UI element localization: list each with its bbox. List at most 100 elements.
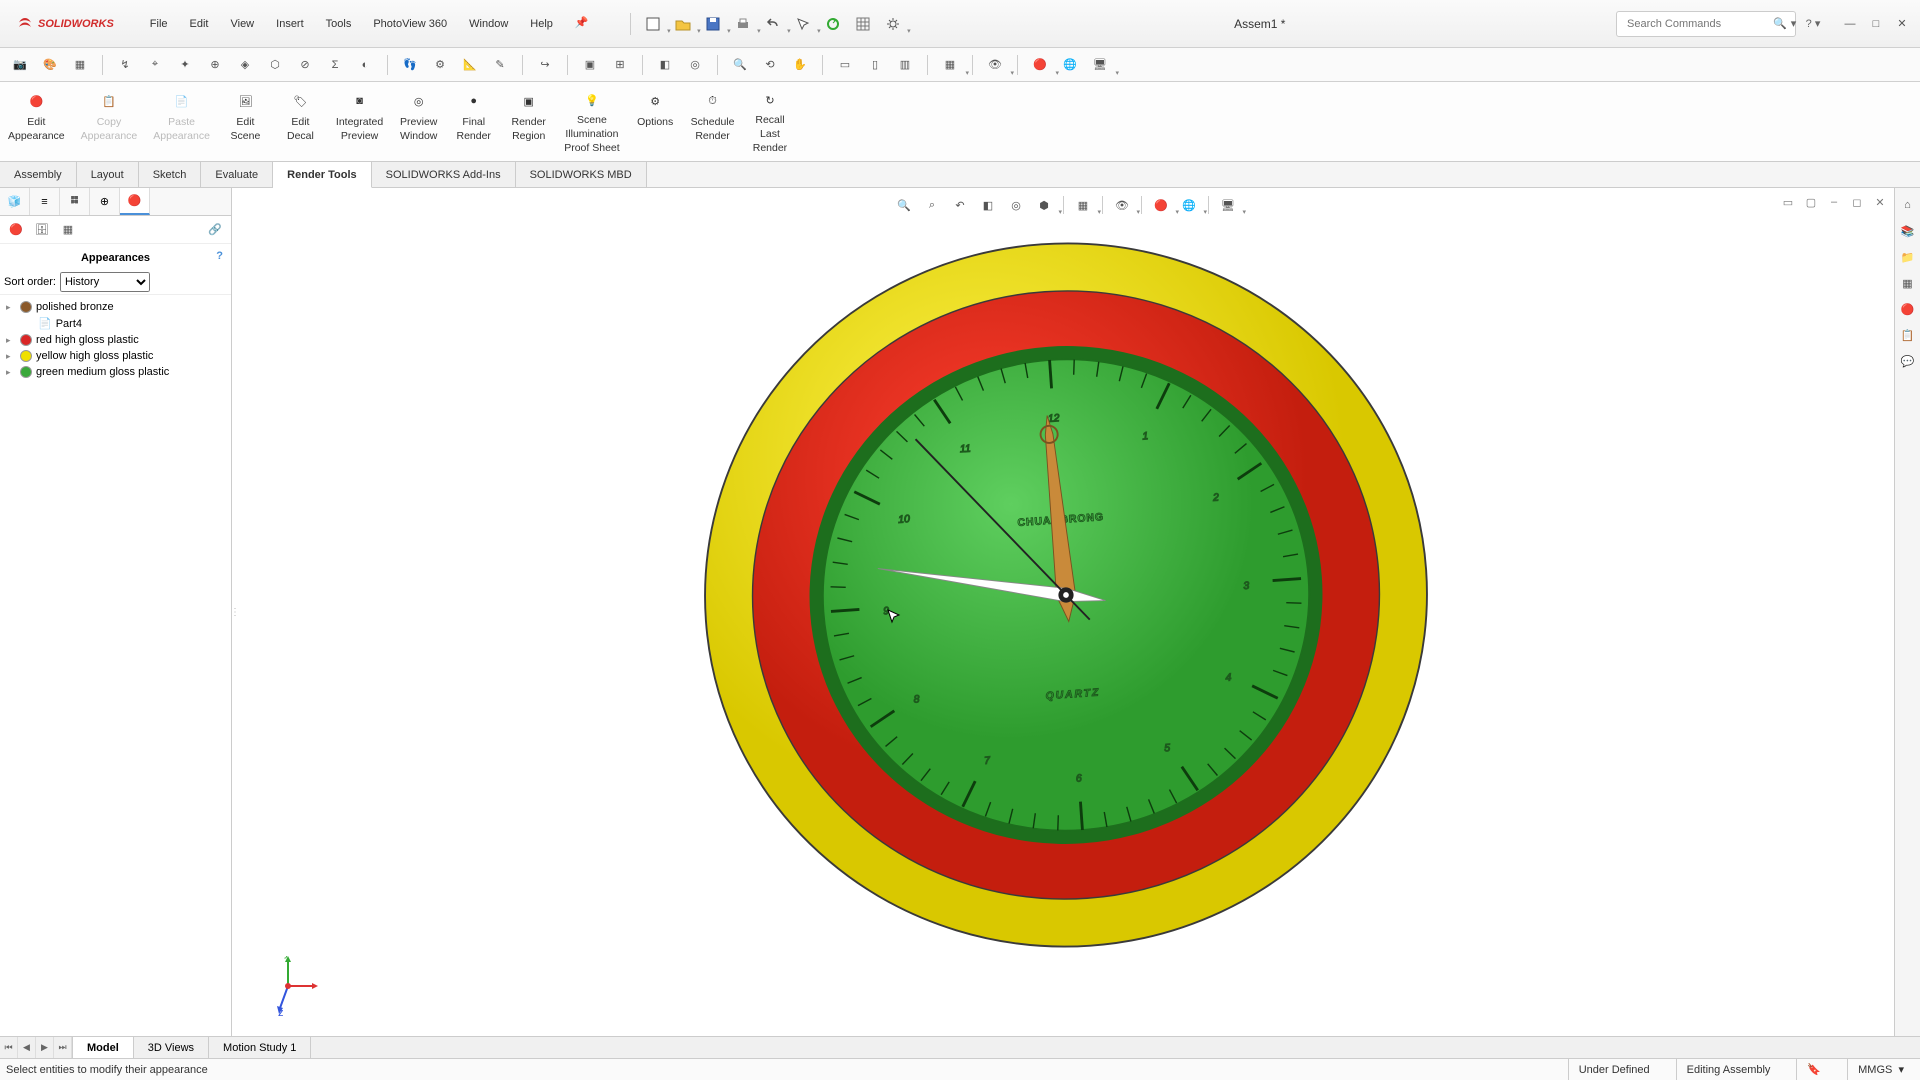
appearance-item[interactable]: ▸red high gloss plastic [2,332,229,348]
tool-icon-7[interactable]: ⊘ [293,53,317,77]
cube-icon[interactable]: ▣ [578,53,602,77]
menu-file[interactable]: File [140,12,178,36]
section-view-icon[interactable]: ◧ [977,194,999,216]
minimize-icon[interactable]: — [1838,12,1862,36]
search-dropdown-icon[interactable]: ▾ [1791,13,1797,35]
library-icon[interactable]: 📚 [1897,220,1919,242]
sigma-icon[interactable]: Σ [323,53,347,77]
section-icon[interactable]: ◧ [653,53,677,77]
undo-icon[interactable] [762,13,784,35]
dyn-icon[interactable]: ◎ [1005,194,1027,216]
ribbon-preview-window[interactable]: ◎PreviewWindow [391,82,446,160]
home-icon[interactable]: ⌂ [1897,194,1919,216]
rotate-icon[interactable]: ⟲ [758,53,782,77]
ribbon-render-region[interactable]: ▣RenderRegion [501,82,556,160]
appearances-rail-icon[interactable]: 🔴 [1897,298,1919,320]
menu-insert[interactable]: Insert [266,12,314,36]
config-tab[interactable]: 𝄜 [60,188,90,215]
status-units[interactable]: MMGS ▾ [1847,1059,1914,1080]
bottom-tab-3d-views[interactable]: 3D Views [134,1037,209,1058]
appearance-icon[interactable]: 🔴 [1028,53,1052,77]
appearances-icon[interactable]: 🎨 [38,53,62,77]
ribbon-edit-decal[interactable]: 🏷EditDecal [273,82,328,160]
search-commands[interactable]: 🔍 ▾ [1616,11,1796,37]
ribbon-integrated-preview[interactable]: ◙IntegratedPreview [328,82,391,160]
vp-close-icon[interactable]: ✕ [1870,192,1890,212]
tab-next-icon[interactable]: ▶ [36,1037,54,1058]
vp-max-icon[interactable]: ▢ [1801,192,1821,212]
search-input[interactable] [1627,18,1769,30]
tool-icon-13[interactable]: ↪ [533,53,557,77]
graphics-viewport[interactable]: 🔍 ⌕ ↶ ◧ ◎ ⬢ ▦ 👁 🔴 🌐 🖥 ▭ ▢ – ◻ ✕ [238,188,1894,1036]
appearance-item[interactable]: ▸green medium gloss plastic [2,364,229,380]
window-icon-3[interactable]: ▥ [893,53,917,77]
vp-min-icon[interactable]: – [1824,192,1844,212]
tab-first-icon[interactable]: ⏮ [0,1037,18,1058]
tool-icon-8[interactable]: ◐ [353,53,377,77]
options-icon[interactable] [882,13,904,35]
ribbon-schedule-render[interactable]: ⏱ScheduleRender [683,82,743,160]
pan-icon[interactable]: ✋ [788,53,812,77]
edge-icon[interactable]: ◎ [683,53,707,77]
tab-solidworks-mbd[interactable]: SOLIDWORKS MBD [516,162,647,187]
ribbon-options[interactable]: ⚙Options [628,82,683,160]
appearance-item[interactable]: ▸yellow high gloss plastic [2,348,229,364]
maximize-icon[interactable]: □ [1864,12,1888,36]
menu-view[interactable]: View [220,12,264,36]
vp-restore-icon[interactable]: ▭ [1778,192,1798,212]
view-palette-icon[interactable]: ▦ [1897,272,1919,294]
feature-tree-tab[interactable]: 🧊 [0,188,30,215]
menu-photoview[interactable]: PhotoView 360 [363,12,457,36]
menu-window[interactable]: Window [459,12,518,36]
ribbon-recall-last[interactable]: ↻RecallLastRender [742,82,797,160]
window-icon-2[interactable]: ▯ [863,53,887,77]
menu-tools[interactable]: Tools [316,12,362,36]
window-icon-1[interactable]: ▭ [833,53,857,77]
tool-icon-2[interactable]: ⌖ [143,53,167,77]
appearance-item[interactable]: 📄Part4 [2,315,229,332]
tool-icon-1[interactable]: ↯ [113,53,137,77]
db-icon[interactable]: 🗄 [32,220,52,240]
orientation-icon[interactable]: ⬢ [1033,194,1055,216]
custom-props-icon[interactable]: 📋 [1897,324,1919,346]
tab-layout[interactable]: Layout [77,162,139,187]
zoom-fit-icon[interactable]: 🔍 [893,194,915,216]
grid-icon[interactable] [852,13,874,35]
pattern-icon[interactable]: ⊞ [608,53,632,77]
display-icon[interactable]: ▦ [68,53,92,77]
tool-icon-6[interactable]: ⬡ [263,53,287,77]
save-icon[interactable] [702,13,724,35]
ribbon-final-render[interactable]: ●FinalRender [446,82,501,160]
tab-solidworks-add-ins[interactable]: SOLIDWORKS Add-Ins [372,162,516,187]
tab-render-tools[interactable]: Render Tools [273,162,371,188]
property-tab[interactable]: ≡ [30,188,60,215]
display-tab[interactable]: 🔴 [120,188,150,215]
menu-edit[interactable]: Edit [180,12,219,36]
tab-sketch[interactable]: Sketch [139,162,202,187]
viewport-icon[interactable]: 🖥 [1088,53,1112,77]
prev-view-icon[interactable]: ↶ [949,194,971,216]
scene-icon[interactable]: 🌐 [1058,53,1082,77]
tool-icon-11[interactable]: 📐 [458,53,482,77]
appearance-item[interactable]: ▸polished bronze [2,299,229,315]
search-icon[interactable]: 🔍 [1773,13,1787,35]
zoom-area-icon[interactable]: ⌕ [921,194,943,216]
tab-prev-icon[interactable]: ◀ [18,1037,36,1058]
tab-assembly[interactable]: Assembly [0,162,77,187]
display-style-icon[interactable]: ▦ [938,53,962,77]
bottom-tab-motion-study-1[interactable]: Motion Study 1 [209,1037,311,1058]
ribbon-edit-scene[interactable]: 🖼EditScene [218,82,273,160]
close-icon[interactable]: ✕ [1890,12,1914,36]
help-circle-icon[interactable]: ? [216,250,223,262]
tool-icon-10[interactable]: ⚙ [428,53,452,77]
hide-show-icon[interactable]: 👁 [983,53,1007,77]
status-flag-icon[interactable]: 🔖 [1796,1059,1831,1080]
pin-icon[interactable]: 📌 [571,12,593,36]
help-icon[interactable]: ? ▾ [1802,13,1824,35]
tab-last-icon[interactable]: ⏭ [54,1037,72,1058]
screenshot-icon[interactable]: 📷 [8,53,32,77]
tool-icon-3[interactable]: ✦ [173,53,197,77]
open-icon[interactable] [672,13,694,35]
menu-help[interactable]: Help [520,12,563,36]
sphere-icon[interactable]: 🔴 [6,220,26,240]
